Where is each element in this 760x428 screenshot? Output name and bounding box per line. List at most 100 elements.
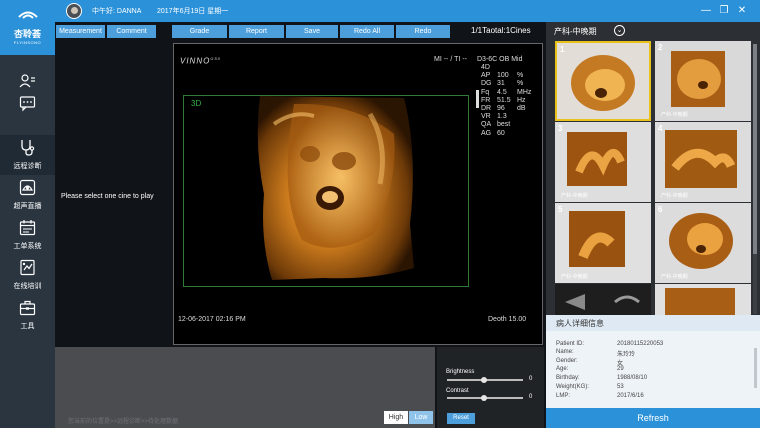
thumbnail-3[interactable]: 3 产科-中晚期	[555, 122, 651, 202]
sidebar-item-online-training[interactable]: 在线培训	[0, 255, 55, 295]
thumbnail-5[interactable]: 5 产科-中晚期	[555, 203, 651, 283]
thumbnail-8[interactable]	[655, 284, 751, 315]
param-value: 60	[497, 129, 505, 137]
ultrasound-icon	[19, 179, 36, 196]
brand-name: VINNO	[180, 56, 211, 66]
thumbnail-4[interactable]: 4 产科-中晚期	[655, 122, 751, 202]
fetal-thumbnail	[555, 122, 651, 202]
fetal-thumbnail	[557, 43, 649, 119]
sidebar-item-ultrasound-live[interactable]: 超声直播	[0, 175, 55, 215]
brightness-value: 0	[529, 376, 533, 382]
param-key: AP	[481, 72, 491, 80]
param-value: 31	[497, 80, 505, 88]
user-list-icon	[19, 74, 35, 88]
app-window: 中午好: DANNA 2017年6月19日 星期一 — ❐ ✕ 杏聆荟 FLYI…	[0, 0, 760, 428]
mode-label: 4D	[481, 64, 490, 71]
comment-button[interactable]: Comment	[107, 25, 156, 38]
imaging-params: 4D AP 100% DG 31% Fq 4.5 MHz FR 51.5 Hz DR 96 dB…	[481, 64, 531, 138]
param-unit: dB	[517, 105, 526, 113]
thumbnail-number: 5	[558, 205, 563, 214]
thumbnail-7[interactable]	[555, 284, 651, 315]
scan-timestamp: 12-06-2017 02:16 PM	[178, 316, 246, 323]
toolbox-icon	[19, 300, 36, 316]
contrast-value: 0	[529, 394, 533, 400]
field-label: Birthday:	[556, 375, 580, 381]
param-value: best	[497, 121, 511, 129]
param-value: 100	[497, 72, 509, 80]
cines-counter: 1/1Taotal:1Cines	[471, 26, 531, 35]
restore-icon[interactable]: ❐	[718, 5, 730, 17]
high-button[interactable]: High	[384, 411, 408, 424]
param-key: Fq	[481, 88, 490, 96]
reset-button[interactable]: Reset	[447, 413, 475, 424]
thumbnail-grid: 1 2 产科-中晚期 3 产科-中晚期 4 产科-中晚期 5 产科-中晚期 6 …	[555, 41, 751, 315]
mi-ti-readout: MI -- / TI --	[434, 56, 467, 63]
logo: 杏聆荟 FLYINSONO	[0, 0, 55, 55]
gallery-category: 产科-中晚期	[554, 27, 597, 36]
stethoscope-icon	[21, 140, 35, 156]
field-label: Patient ID:	[556, 341, 585, 347]
breadcrumb: 您当前的位置是>>远程诊断>>待处理数据	[68, 419, 179, 425]
save-button[interactable]: Save	[286, 25, 338, 38]
cine-placeholder-text: Please select one cine to play	[61, 193, 154, 200]
thumbnail-2[interactable]: 2 产科-中晚期	[655, 41, 751, 121]
sidebar-item-remote-diagnosis[interactable]: 远程诊断	[0, 135, 55, 175]
param-key: DG	[481, 80, 492, 88]
thumbnail-number: 6	[658, 205, 663, 214]
field-label: Gender:	[556, 358, 578, 364]
gallery-scrollbar[interactable]	[753, 44, 757, 314]
thumbnail-number: 1	[560, 45, 565, 54]
chevron-down-icon[interactable]: ⌄	[614, 25, 625, 36]
redo-all-button[interactable]: Redo All	[340, 25, 394, 38]
sidebar: 杏聆荟 FLYINSONO 远程诊断 超声直播 工单系统 在线培训 工具	[0, 0, 55, 428]
roi-box	[183, 95, 469, 287]
field-value: 2017/6/16	[617, 393, 644, 399]
brightness-slider-handle[interactable]	[481, 377, 487, 383]
redo-button[interactable]: Redo	[396, 25, 450, 38]
measurement-button[interactable]: Measurement	[56, 25, 105, 38]
low-button[interactable]: Low	[409, 411, 433, 424]
sidebar-item-label: 工具	[20, 323, 35, 330]
gallery-scrollbar-thumb[interactable]	[753, 44, 757, 254]
avatar[interactable]	[66, 3, 82, 19]
thumbnail-caption: 产科-中晚期	[661, 193, 688, 199]
param-key: VR	[481, 113, 491, 121]
fetal-thumbnail	[555, 203, 651, 283]
sidebar-item-messages[interactable]	[0, 93, 55, 115]
field-value: 20180115220053	[617, 341, 664, 347]
refresh-button[interactable]: Refresh	[546, 408, 760, 428]
contrast-slider-handle[interactable]	[481, 395, 487, 401]
param-unit: %	[517, 80, 524, 88]
chat-icon	[19, 96, 36, 112]
sidebar-item-label: 超声直播	[13, 203, 42, 210]
field-value: 朱玲玲	[617, 352, 636, 358]
sidebar-item-label: 远程诊断	[13, 163, 42, 170]
field-value: 29	[617, 366, 624, 372]
close-icon[interactable]: ✕	[736, 5, 748, 17]
thumbnail-caption: 产科-中晚期	[561, 193, 588, 199]
brand-model: G50	[210, 56, 221, 61]
greeting-text: 中午好: DANNA	[92, 8, 142, 15]
thumbnail-6[interactable]: 6 产科-中晚期	[655, 203, 751, 283]
patient-info-scrollbar[interactable]	[754, 348, 757, 388]
ultrasound-thumbnail	[555, 284, 651, 315]
sidebar-item-patients[interactable]	[0, 70, 55, 92]
fetal-thumbnail	[655, 203, 751, 283]
thumbnail-1[interactable]: 1	[555, 41, 651, 121]
logo-icon	[18, 11, 38, 19]
fetal-thumbnail	[655, 122, 751, 202]
sidebar-item-tools[interactable]: 工具	[0, 295, 55, 335]
grade-button[interactable]: Grade	[172, 25, 227, 38]
sidebar-item-work-orders[interactable]: 工单系统	[0, 215, 55, 255]
date-text: 2017年6月19日 星期一	[157, 8, 229, 15]
mode-3d-label: 3D	[191, 99, 202, 108]
minimize-icon[interactable]: —	[700, 5, 712, 17]
thumbnail-number: 3	[558, 124, 563, 133]
report-button[interactable]: Report	[229, 25, 284, 38]
fetal-thumbnail	[655, 284, 751, 315]
title-bar: 中午好: DANNA 2017年6月19日 星期一 — ❐ ✕	[0, 0, 760, 22]
param-value: 96	[497, 105, 505, 113]
thumbnail-caption: 产科-中晚期	[661, 112, 688, 118]
param-key: DR	[481, 105, 492, 113]
probe-preset: D3-6C OB Mid	[477, 56, 523, 63]
